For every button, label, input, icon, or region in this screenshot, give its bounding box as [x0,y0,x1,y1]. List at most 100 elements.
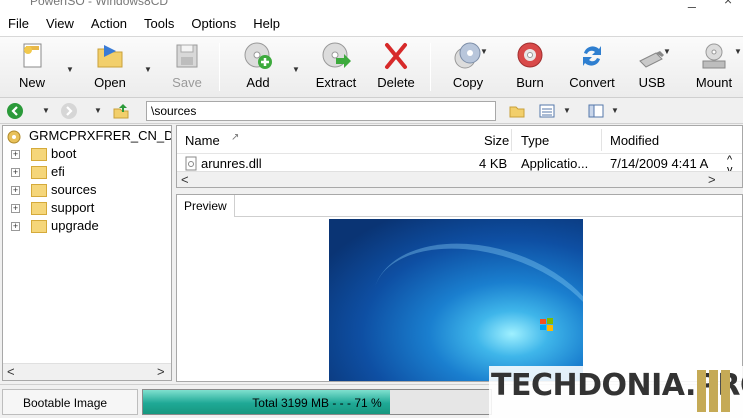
save-label: Save [172,75,202,90]
layout-icon[interactable] [587,102,605,120]
forward-icon[interactable] [60,102,78,120]
toolbar-separator [430,43,431,91]
copy-label: Copy [452,75,484,90]
wallpaper-swoosh [351,219,583,381]
new-label: New [18,75,45,90]
scroll-left-icon[interactable]: < [7,364,15,379]
burn-button[interactable]: Burn [506,41,554,95]
add-disc-icon [244,42,272,69]
scroll-right-icon[interactable]: > [708,172,716,187]
save-icon [176,44,198,68]
usb-dropdown-icon[interactable]: ▼ [663,47,671,56]
view-mode-icon[interactable] [538,102,556,120]
folder-view-icon[interactable] [508,102,526,120]
capacity-progress-bar: Total 3199 MB - - - 71 % [142,389,492,415]
menu-options[interactable]: Options [189,16,238,31]
tree-item-label: support [51,200,95,215]
save-button[interactable]: Save [163,41,211,95]
tree-item-label: efi [51,164,65,179]
expand-icon[interactable]: + [11,168,20,177]
burn-disc-icon [517,42,543,68]
extract-disc-icon [322,42,351,68]
tab-preview[interactable]: Preview [177,195,235,217]
folder-icon [31,220,47,233]
folder-icon [31,184,47,197]
menu-view[interactable]: View [44,16,76,31]
toolbar: New ▼ Open ▼ Save Add ▼ Extract Delete C… [0,36,743,98]
progress-text: Total 3199 MB - - - 71 % [252,396,382,410]
new-dropdown-icon[interactable]: ▼ [66,65,74,74]
copy-disc-icon [454,42,481,69]
add-dropdown-icon[interactable]: ▼ [292,65,300,74]
menu-action[interactable]: Action [89,16,129,31]
mount-button[interactable]: Mount [690,41,738,95]
preview-pane: Preview [176,194,743,382]
disc-icon [7,130,21,144]
extract-button[interactable]: Extract [310,41,362,95]
toolbar-separator [219,43,220,91]
file-name: arunres.dll [201,156,262,171]
sort-indicator-icon: ↗ [231,132,240,143]
column-type[interactable]: Type [521,133,549,148]
forward-dropdown-icon[interactable]: ▼ [94,106,102,115]
navigation-bar: ▼ ▼ \sources ▼ ▼ [0,98,743,124]
delete-button[interactable]: Delete [372,41,420,95]
file-list-horizontal-scrollbar[interactable]: < > [177,171,742,187]
expand-icon[interactable]: + [11,150,20,159]
folder-tree: GRMCPRXFRER_CN_DVD + boot + efi + source… [2,125,172,381]
file-type: Applicatio... [521,156,589,171]
layout-dropdown-icon[interactable]: ▼ [611,106,619,115]
minimize-button[interactable]: _ [688,0,696,8]
open-label: Open [94,75,126,90]
extract-label: Extract [315,75,357,90]
tab-underline [235,216,742,217]
mount-label: Mount [695,75,733,90]
up-folder-icon[interactable] [112,102,130,120]
tree-item-label: upgrade [51,218,99,233]
delete-label: Delete [377,75,415,90]
convert-label: Convert [569,75,615,90]
file-modified: 7/14/2009 4:41 A [610,156,709,171]
open-folder-icon [97,45,123,68]
menu-tools[interactable]: Tools [142,16,176,31]
column-divider[interactable] [511,129,512,151]
folder-icon [31,166,47,179]
menu-bar: File View Action Tools Options Help [0,10,743,36]
column-size[interactable]: Size [484,133,509,148]
mount-dropdown-icon[interactable]: ▼ [734,47,742,56]
expand-icon[interactable]: + [11,186,20,195]
window-title: PowerISO - Windows8CD [30,0,169,8]
address-field[interactable]: \sources [146,101,496,121]
column-modified[interactable]: Modified [610,133,659,148]
back-dropdown-icon[interactable]: ▼ [42,106,50,115]
open-button[interactable]: Open [86,41,134,95]
add-button[interactable]: Add [234,41,282,95]
image-type-label: Bootable Image [2,389,138,415]
dll-file-icon [185,156,197,171]
menu-file[interactable]: File [6,16,31,31]
column-divider[interactable] [601,129,602,151]
tree-item-label: boot [51,146,77,161]
column-name[interactable]: Name [185,133,220,148]
delete-x-icon [385,43,407,69]
scroll-left-icon[interactable]: < [181,172,189,187]
copy-dropdown-icon[interactable]: ▼ [480,47,488,56]
folder-icon [31,148,47,161]
open-dropdown-icon[interactable]: ▼ [144,65,152,74]
view-mode-dropdown-icon[interactable]: ▼ [563,106,571,115]
expand-icon[interactable]: + [11,204,20,213]
close-button[interactable]: × [724,0,732,8]
back-icon[interactable] [6,102,24,120]
new-button[interactable]: New [8,41,56,95]
expand-icon[interactable]: + [11,222,20,231]
tree-root-label: GRMCPRXFRER_CN_DVD [29,128,171,143]
usb-drive-icon [639,51,664,68]
title-bar: PowerISO - Windows8CD _ × [0,0,743,10]
menu-help[interactable]: Help [251,16,282,31]
usb-label: USB [638,75,666,90]
tree-horizontal-scrollbar[interactable]: < > [3,363,171,380]
tree-item-label: sources [51,182,97,197]
convert-button[interactable]: Convert [564,41,620,95]
folder-icon [31,202,47,215]
scroll-right-icon[interactable]: > [157,364,165,379]
